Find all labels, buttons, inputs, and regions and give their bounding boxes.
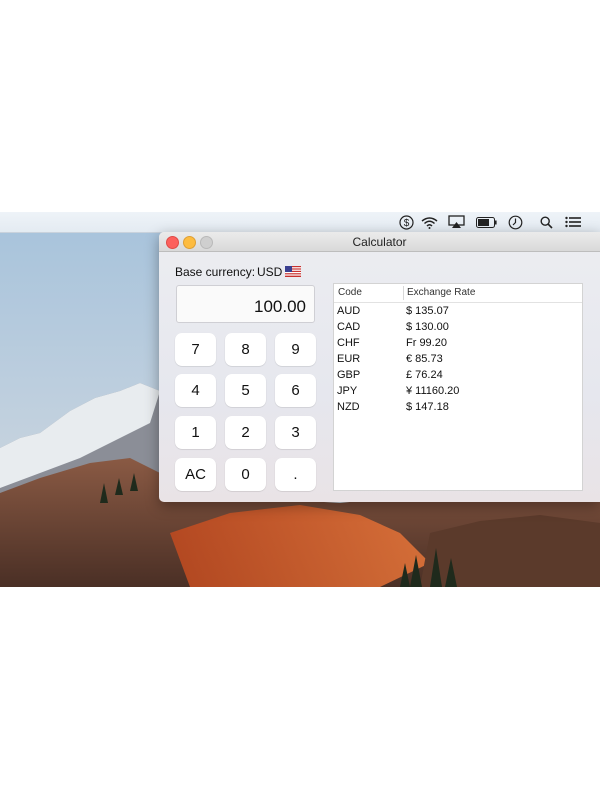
exchange-rate: £ 76.24 <box>406 369 443 381</box>
us-flag-icon <box>285 266 301 277</box>
currency-code: EUR <box>337 353 361 365</box>
menu-bar: $ <box>0 212 600 233</box>
key-3[interactable]: 3 <box>275 416 316 449</box>
list-icon[interactable] <box>564 214 582 230</box>
base-currency-code[interactable]: USD <box>257 265 282 279</box>
currency-code: CHF <box>337 337 360 349</box>
key-all-clear[interactable]: AC <box>175 458 216 491</box>
table-row[interactable]: NZD $ 147.18 <box>334 400 582 416</box>
amount-display[interactable]: 100.00 <box>176 285 315 323</box>
table-row[interactable]: CAD $ 130.00 <box>334 320 582 336</box>
currency-code: CAD <box>337 321 361 333</box>
column-header-code[interactable]: Code <box>338 287 362 298</box>
column-divider[interactable] <box>403 286 404 300</box>
exchange-rate: € 85.73 <box>406 353 443 365</box>
key-9[interactable]: 9 <box>275 333 316 366</box>
key-0[interactable]: 0 <box>225 458 266 491</box>
table-row[interactable]: EUR € 85.73 <box>334 352 582 368</box>
key-1[interactable]: 1 <box>175 416 216 449</box>
screen: $ Calculator Base currency: USD 100.00 7… <box>0 0 600 800</box>
amount-value: 100.00 <box>254 297 306 316</box>
calculator-window: Calculator Base currency: USD 100.00 7 8… <box>159 232 600 502</box>
exchange-rate: $ 147.18 <box>406 401 449 413</box>
window-title: Calculator <box>352 235 407 249</box>
svg-text:$: $ <box>403 218 409 229</box>
key-7[interactable]: 7 <box>175 333 216 366</box>
wifi-icon[interactable] <box>420 214 438 230</box>
clock-icon[interactable] <box>507 214 523 230</box>
search-icon[interactable] <box>539 214 553 230</box>
key-5[interactable]: 5 <box>225 374 266 407</box>
table-row[interactable]: JPY ¥ 11160.20 <box>334 384 582 400</box>
table-row[interactable]: CHF Fr 99.20 <box>334 336 582 352</box>
column-header-rate[interactable]: Exchange Rate <box>407 287 475 298</box>
key-2[interactable]: 2 <box>225 416 266 449</box>
exchange-rate: Fr 99.20 <box>406 337 447 349</box>
battery-icon[interactable] <box>475 214 497 230</box>
exchange-rate: $ 135.07 <box>406 305 449 317</box>
table-row[interactable]: GBP £ 76.24 <box>334 368 582 384</box>
key-4[interactable]: 4 <box>175 374 216 407</box>
key-6[interactable]: 6 <box>275 374 316 407</box>
key-decimal[interactable]: . <box>275 458 316 491</box>
key-8[interactable]: 8 <box>225 333 266 366</box>
exchange-rate-table[interactable]: Code Exchange Rate AUD $ 135.07 CAD $ 13… <box>333 283 583 491</box>
table-row[interactable]: AUD $ 135.07 <box>334 304 582 320</box>
table-header: Code Exchange Rate <box>334 284 582 303</box>
currency-code: JPY <box>337 385 358 397</box>
title-bar[interactable]: Calculator <box>159 232 600 252</box>
currency-code: AUD <box>337 305 361 317</box>
exchange-rate: $ 130.00 <box>406 321 449 333</box>
currency-code: GBP <box>337 369 361 381</box>
exchange-rate: ¥ 11160.20 <box>406 385 460 397</box>
base-currency-label: Base currency: <box>175 265 256 279</box>
dollar-icon[interactable]: $ <box>398 214 414 230</box>
currency-code: NZD <box>337 401 360 413</box>
airplay-icon[interactable] <box>447 214 465 230</box>
